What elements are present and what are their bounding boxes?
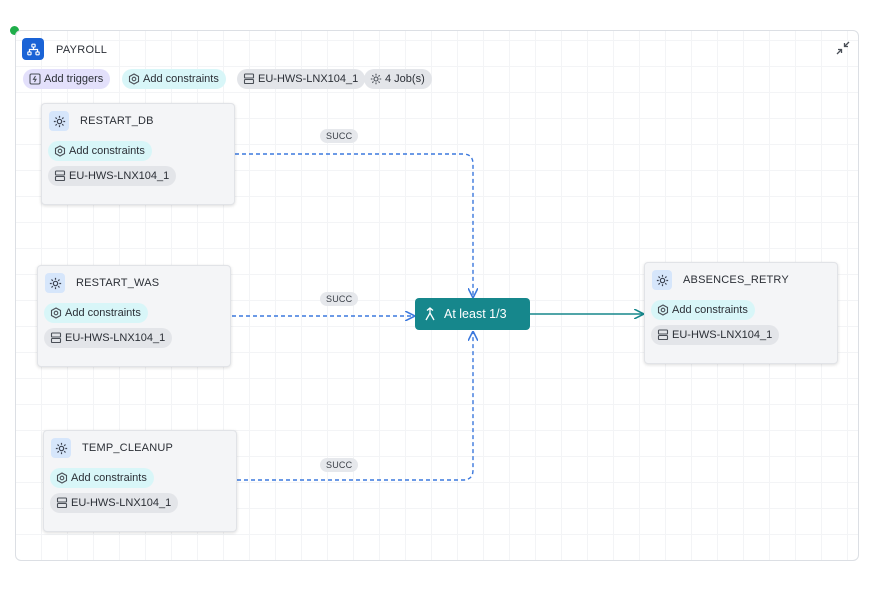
gear-icon	[45, 273, 65, 293]
add-constraints-label: Add constraints	[65, 307, 141, 319]
edge-temp-cleanup	[237, 332, 473, 481]
agent-chip[interactable]: EU-HWS-LNX104_1	[651, 325, 780, 345]
constraint-icon	[657, 304, 669, 316]
job-title: RESTART_WAS	[76, 277, 160, 289]
add-triggers-label: Add triggers	[44, 73, 104, 85]
edge-label-succ[interactable]: SUCC	[320, 129, 359, 143]
agent-chip[interactable]: EU-HWS-LNX104_1	[48, 166, 177, 186]
add-constraints-label: Add constraints	[672, 304, 748, 316]
job-card-temp-cleanup[interactable]: TEMP_CLEANUP Add constraints EU-HWS-LNX1…	[43, 430, 237, 532]
add-constraints-button[interactable]: Add constraints	[44, 303, 148, 323]
job-card-restart-db[interactable]: RESTART_DB Add constraints EU-HWS-LNX104…	[41, 103, 235, 205]
flow-title: PAYROLL	[56, 44, 108, 56]
agent-chip[interactable]: EU-HWS-LNX104_1	[237, 69, 366, 89]
agent-chip[interactable]: EU-HWS-LNX104_1	[50, 493, 179, 513]
agent-label: EU-HWS-LNX104_1	[71, 497, 172, 509]
add-constraints-label: Add constraints	[71, 472, 147, 484]
constraint-icon	[54, 145, 66, 157]
agent-icon	[243, 73, 255, 85]
add-constraints-button[interactable]: Add constraints	[48, 141, 152, 161]
jobs-count-label: 4 Job(s)	[385, 73, 425, 85]
gate-label: At least 1/3	[444, 307, 507, 321]
trigger-icon	[29, 73, 41, 85]
agent-label: EU-HWS-LNX104_1	[69, 170, 170, 182]
add-constraints-button[interactable]: Add constraints	[651, 300, 755, 320]
constraint-icon	[56, 472, 68, 484]
agent-icon	[54, 170, 66, 182]
job-card-restart-was[interactable]: RESTART_WAS Add constraints EU-HWS-LNX10…	[37, 265, 231, 367]
collapse-icon[interactable]	[836, 41, 850, 55]
agent-label: EU-HWS-LNX104_1	[65, 332, 166, 344]
gear-icon	[652, 270, 672, 290]
flow-icon	[22, 38, 44, 60]
constraint-icon	[128, 73, 140, 85]
constraint-icon	[50, 307, 62, 319]
edge-label-succ[interactable]: SUCC	[320, 292, 359, 306]
agent-label: EU-HWS-LNX104_1	[258, 73, 359, 85]
add-triggers-button[interactable]: Add triggers	[23, 69, 111, 89]
job-title: RESTART_DB	[80, 115, 154, 127]
agent-chip[interactable]: EU-HWS-LNX104_1	[44, 328, 173, 348]
gear-icon	[51, 438, 71, 458]
add-constraints-label: Add constraints	[69, 145, 145, 157]
gear-icon	[370, 73, 382, 85]
gate-icon	[425, 307, 435, 321]
job-card-absences-retry[interactable]: ABSENCES_RETRY Add constraints EU-HWS-LN…	[644, 262, 838, 364]
add-constraints-button[interactable]: Add constraints	[122, 69, 226, 89]
gear-icon	[49, 111, 69, 131]
job-title: ABSENCES_RETRY	[683, 274, 789, 286]
agent-icon	[56, 497, 68, 509]
edge-label-succ[interactable]: SUCC	[320, 458, 359, 472]
agent-icon	[657, 329, 669, 341]
agent-icon	[50, 332, 62, 344]
jobs-count-chip[interactable]: 4 Job(s)	[364, 69, 432, 89]
add-constraints-label: Add constraints	[143, 73, 219, 85]
gate-node[interactable]: At least 1/3	[415, 298, 530, 330]
edge-restart-db	[235, 153, 473, 297]
add-constraints-button[interactable]: Add constraints	[50, 468, 154, 488]
flow-canvas[interactable]: PAYROLL Add triggers Add constraints EU-…	[15, 30, 859, 561]
agent-label: EU-HWS-LNX104_1	[672, 329, 773, 341]
job-title: TEMP_CLEANUP	[82, 442, 174, 454]
